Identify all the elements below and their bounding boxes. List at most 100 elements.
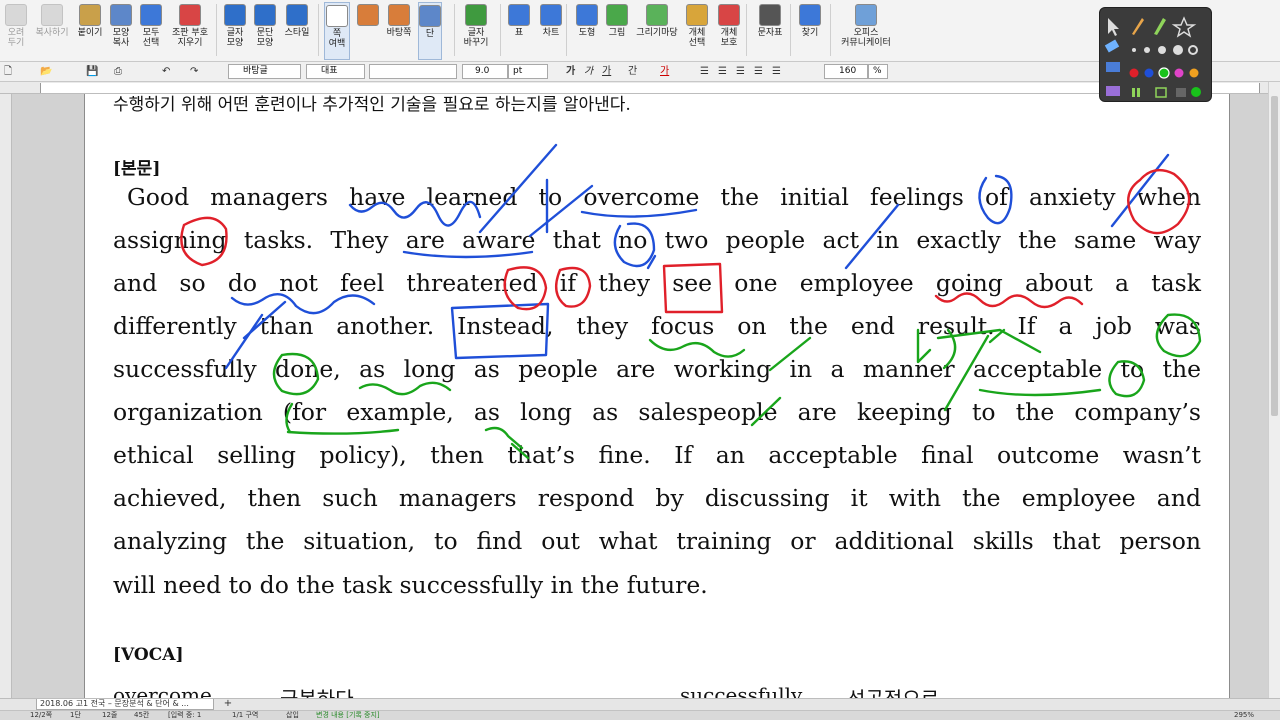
ribbon-label: 개체 보호 <box>720 28 738 48</box>
style-button[interactable]: 스타일 <box>282 2 312 60</box>
ribbon-label: 그리기마당 <box>636 28 678 38</box>
voca-meaning: 극복하다 <box>280 683 354 698</box>
status-item[interactable]: [입력 중: 1 <box>168 711 201 720</box>
select-all-button[interactable]: 모두 선택 <box>138 2 164 60</box>
columns-button[interactable]: 단 <box>418 2 442 60</box>
community-button[interactable]: 오피스 커뮤니케이터 <box>836 2 896 60</box>
community-icon <box>855 4 877 26</box>
status-item[interactable]: 삽입 <box>286 711 299 720</box>
vertical-ruler[interactable] <box>0 94 12 698</box>
redo-icon[interactable]: ↷ <box>190 65 198 78</box>
chart-button[interactable]: 차트 <box>536 2 566 60</box>
font-select[interactable] <box>369 64 457 79</box>
ribbon-label: 오피스 커뮤니케이터 <box>841 28 891 48</box>
underline-icon[interactable]: 가 <box>602 65 611 78</box>
object-protect-button[interactable]: 개체 보호 <box>714 2 744 60</box>
object-select-button[interactable]: 개체 선택 <box>684 2 710 60</box>
table-button[interactable]: 표 <box>506 2 532 60</box>
clear-format-button[interactable]: 조판 부호 지우기 <box>168 2 212 60</box>
add-tab-button[interactable]: + <box>218 699 238 710</box>
para-shape-button[interactable]: 문단 모양 <box>252 2 278 60</box>
picture-icon <box>606 4 628 26</box>
zoom-input[interactable]: 160 <box>824 64 868 79</box>
paragraph-line: Good managers have learned to overcome t… <box>127 183 1201 211</box>
ribbon-label: 글자 바꾸기 <box>463 28 489 48</box>
bold-icon[interactable]: 가 <box>566 65 575 78</box>
strike-icon[interactable]: 간 <box>628 65 637 78</box>
gear-icon <box>1188 45 1198 55</box>
scissors-button[interactable]: 오려 두기 <box>4 2 28 60</box>
status-item[interactable]: 45칸 <box>134 711 149 720</box>
distribute-icon[interactable]: ☰ <box>772 65 781 78</box>
document-area[interactable]: 수행하기 위해 어떤 훈련이나 추가적인 기술을 필요로 하는지를 알아낸다. … <box>12 94 1268 698</box>
char-shape-button[interactable]: 글자 모양 <box>222 2 248 60</box>
find-icon <box>799 4 821 26</box>
page-button[interactable]: 쪽 여백 <box>324 2 350 60</box>
italic-icon[interactable]: 가 <box>584 65 593 78</box>
zoom-unit[interactable]: % <box>868 64 888 79</box>
picture-button[interactable]: 그림 <box>604 2 630 60</box>
print-icon[interactable]: ⎙ <box>114 65 122 78</box>
symbol-button[interactable]: 문자표 <box>756 2 784 60</box>
status-item[interactable]: 변경 내용 [기록 중지] <box>316 711 380 720</box>
pen-palette[interactable] <box>1099 7 1212 102</box>
color-blue <box>1144 68 1154 78</box>
font-change-button[interactable]: 글자 바꾸기 <box>460 2 492 60</box>
format-copy-icon <box>110 4 132 26</box>
gallery-button[interactable]: 그리기마당 <box>634 2 680 60</box>
align-justify-icon[interactable]: ☰ <box>700 65 709 78</box>
board-icon <box>1155 87 1167 98</box>
bg-icon <box>357 4 379 26</box>
find-button[interactable]: 찾기 <box>796 2 824 60</box>
language-select[interactable]: 대표 <box>306 64 365 79</box>
format-copy-button[interactable]: 모양 복사 <box>108 2 134 60</box>
font-color-icon[interactable]: 가 <box>660 65 669 78</box>
document-tab[interactable]: 2018.06 고1 전국 – 문장분석 & 단어 & ... <box>36 699 214 710</box>
align-center-icon[interactable]: ☰ <box>736 65 745 78</box>
new-doc-icon[interactable]: 🗋 <box>4 65 12 78</box>
page-border-button[interactable]: 바탕쪽 <box>384 2 414 60</box>
object-protect-icon <box>718 4 740 26</box>
scroll-thumb[interactable] <box>1271 96 1278 416</box>
status-zoom[interactable]: 295% <box>1234 711 1254 720</box>
font-unit-select[interactable]: pt <box>508 64 548 79</box>
char-shape-icon <box>224 4 246 26</box>
status-item[interactable]: 1/1 구역 <box>232 711 258 720</box>
shape-button[interactable]: 도형 <box>574 2 600 60</box>
ink-toggle-icon <box>1176 88 1186 97</box>
para-shape-icon <box>254 4 276 26</box>
ribbon-label: 문단 모양 <box>256 28 274 48</box>
paragraph-line: will need to do the task successfully in… <box>113 571 708 599</box>
document-page[interactable]: 수행하기 위해 어떤 훈련이나 추가적인 기술을 필요로 하는지를 알아낸다. … <box>84 94 1230 698</box>
status-item[interactable]: 12/2쪽 <box>30 711 52 720</box>
undo-icon[interactable]: ↶ <box>162 65 170 78</box>
ribbon-label: 쪽 여백 <box>328 29 346 49</box>
open-icon[interactable]: 📂 <box>40 65 52 78</box>
document-tab-bar: 2018.06 고1 전국 – 문장분석 & 단어 & ... + <box>0 698 1280 710</box>
gallery-icon <box>646 4 668 26</box>
symbol-icon <box>759 4 781 26</box>
ribbon-label: 복사하기 <box>35 28 69 38</box>
paste-button[interactable]: 붙이기 <box>76 2 104 60</box>
color-pink <box>1174 68 1184 78</box>
font-size-input[interactable]: 9.0 <box>462 64 508 79</box>
color-green <box>1158 67 1170 79</box>
status-item[interactable]: 12줄 <box>102 711 117 720</box>
shape-icon <box>576 4 598 26</box>
horizontal-ruler[interactable] <box>0 82 1280 94</box>
align-left-icon[interactable]: ☰ <box>718 65 727 78</box>
vertical-scrollbar[interactable] <box>1268 82 1280 698</box>
tray-icon <box>1106 86 1120 96</box>
color-red <box>1129 68 1139 78</box>
save-icon[interactable]: 💾 <box>86 65 98 78</box>
ribbon-label: 스타일 <box>284 28 310 38</box>
style-select[interactable]: 바탕글 <box>228 64 301 79</box>
paragraph-line: successfully done, as long as people are… <box>113 355 1201 383</box>
status-item[interactable]: 1단 <box>70 711 81 720</box>
ribbon-label: 단 <box>425 29 435 39</box>
align-right-icon[interactable]: ☰ <box>754 65 763 78</box>
eraser-icon <box>1104 39 1120 53</box>
size-dot-3 <box>1158 46 1166 54</box>
bg-button[interactable] <box>354 2 382 60</box>
copy-button[interactable]: 복사하기 <box>32 2 72 60</box>
